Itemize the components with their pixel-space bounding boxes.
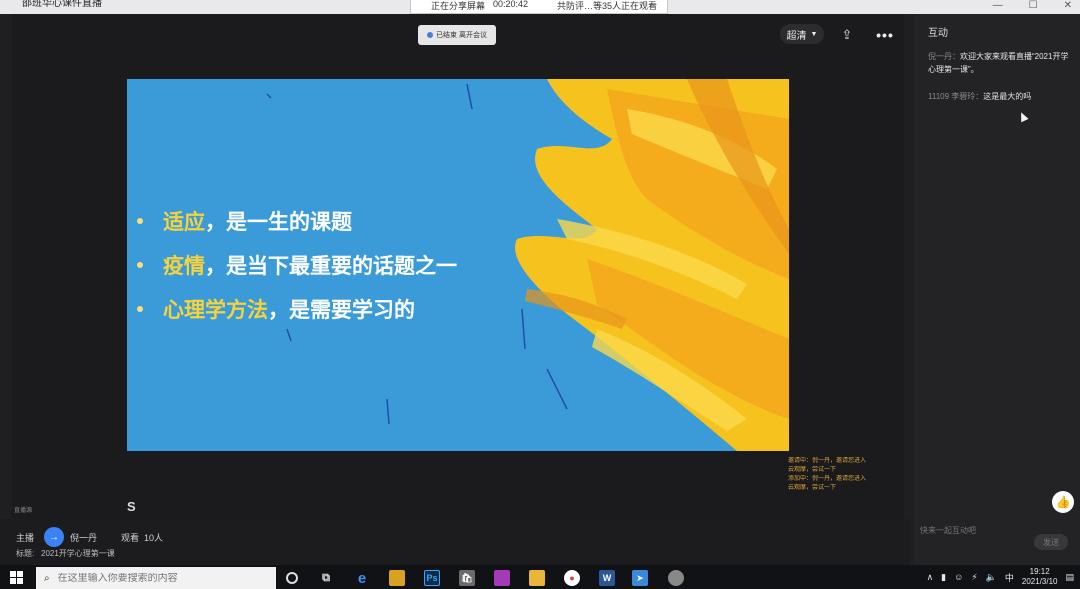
more-options-button[interactable]: ••• [874,24,896,46]
interaction-panel: 互动 倪一丹：欢迎大家来观看直播“2021开学心理第一课”。 11109 李碧玲… [914,14,1080,565]
slide-bullet-1: 适应 ，是一生的课题 [137,199,457,243]
windows-logo-icon [17,578,23,584]
windows-logo-icon [17,571,23,577]
ime-indicator[interactable]: 中 [1005,571,1014,584]
share-timer: 00:20:42 [493,0,529,9]
danmu-line: 云观摩，尝试一下 [788,467,837,473]
bullet-highlight: 适应 [163,211,205,234]
clock-date: 2021/3/10 [1021,577,1058,586]
caret-down-icon: ▼ [810,30,818,38]
share-button[interactable]: ⇪ [836,24,858,46]
host-name: 倪一丹 [70,533,98,543]
taskbar-search-input[interactable] [57,572,258,584]
live-topic: 2021开学心理第一课 [41,549,115,558]
app2-icon[interactable] [668,570,684,586]
search-icon: ⌕ [44,572,50,584]
file-explorer-icon[interactable] [529,570,545,586]
windows-start-button[interactable] [10,571,23,584]
presentation-slide: 适应 ，是一生的课题 疫情 ，是当下最重要的话题之一 心理学方法 ，是需要学习的 [127,79,789,451]
network-icon[interactable]: ⚡ [971,572,977,583]
slide-bullet-2: 疫情 ，是当下最重要的话题之一 [137,243,457,287]
share-status-text: 正在分享屏幕 [431,1,486,11]
maximize-icon[interactable]: ☐ [1029,0,1038,11]
host-label: 主播 [16,533,35,543]
app-window: 邵班华心课件直播 正在分享屏幕 00:20:42 共防评…等35人正在观看 — … [0,0,1080,589]
danmu-line: 添加中：倪一丹，邀请您进入 [788,476,867,482]
live-app-icon[interactable]: ➤ [632,570,648,586]
chat-user: 11109 李碧玲： [928,92,984,101]
thumbs-up-icon: 👍 [1055,495,1071,509]
task-view-icon[interactable]: ⧉ [318,570,334,586]
send-button[interactable]: 发送 [1034,534,1068,550]
share-viewers-note: 共防评…等35人正在观看 [557,1,658,11]
title-bar: 邵班华心课件直播 正在分享屏幕 00:20:42 共防评…等35人正在观看 — … [0,0,1080,14]
slide-bullet-3: 心理学方法 ，是需要学习的 [137,287,457,331]
windows-taskbar: ⌕ ⧉ e Ps 🛍 ● W ➤ ∧ ▮ ☺ ⚡ 🔈 中 19:12 2021/… [0,565,1080,589]
bullet-text: ，是一生的课题 [205,211,352,234]
bullet-dot-icon [137,306,143,312]
bullet-highlight: 疫情 [163,255,205,278]
system-tray: ∧ ▮ ☺ ⚡ 🔈 中 19:12 2021/3/10 ▤ [927,567,1074,587]
bullet-highlight: 心理学方法 [163,299,268,322]
quality-label: 超清 [786,30,807,42]
bullet-text: ，是当下最重要的话题之一 [205,255,457,278]
cortana-icon[interactable] [286,572,298,584]
danmu-line: 邀请中：倪一丹，邀请您进入 [788,458,867,464]
chat-text: 这是最大的吗 [983,92,1032,101]
windows-logo-icon [10,578,16,584]
bullet-dot-icon [137,262,143,268]
chat-message: 11109 李碧玲：这是最大的吗 [928,90,1076,103]
more-icon: ••• [876,27,894,43]
windows-logo-icon [10,571,16,577]
bullet-text: ，是需要学习的 [268,299,415,322]
like-button[interactable]: 👍 [1052,491,1074,513]
volume-icon[interactable]: 🔈 [986,572,997,583]
leave-meeting-button[interactable]: 已结束 离开会议 [418,25,496,45]
leave-meeting-label: 已结束 离开会议 [436,32,487,39]
usb-icon[interactable]: ▮ [941,572,946,583]
share-icon: ⇪ [841,27,853,42]
taskbar-clock[interactable]: 19:12 2021/3/10 [1022,567,1058,587]
chrome-icon[interactable]: ● [564,570,580,586]
word-icon[interactable]: W [599,570,615,586]
bullet-dot-icon [137,218,143,224]
viewers-count: 10人 [144,533,164,543]
notification-icon[interactable]: ▤ [1065,572,1074,583]
app-icon[interactable] [389,570,405,586]
platform-logo-icon: S [127,499,136,514]
host-avatar[interactable]: → [44,527,64,547]
user-icon[interactable]: ☺ [954,572,963,582]
screen-share-status-bar: 正在分享屏幕 00:20:42 共防评…等35人正在观看 [410,0,668,14]
chat-user: 倪一丹： [928,52,960,61]
status-dot-icon [427,32,434,38]
window-controls: — ☐ ✕ [993,0,1072,11]
close-icon[interactable]: ✕ [1064,0,1072,11]
arrow-right-icon: → [49,531,59,543]
topic-label: 标题: [16,549,35,558]
danmu-line: 云观摩，尝试一下 [788,485,837,491]
photoshop-icon[interactable]: Ps [424,570,440,586]
chat-input[interactable] [920,521,1036,539]
minimize-icon[interactable]: — [993,0,1003,11]
edge-icon[interactable]: e [354,570,370,587]
clock-time: 19:12 [1029,567,1050,576]
slide-bullet-list: 适应 ，是一生的课题 疫情 ，是当下最重要的话题之一 心理学方法 ，是需要学习的 [137,199,457,331]
chevron-up-icon[interactable]: ∧ [927,572,934,583]
viewers-label: 观看 [121,533,140,543]
danmu-overlay: 邀请中：倪一丹，邀请您进入 云观摩，尝试一下 添加中：倪一丹，邀请您进入 云观摩… [788,457,898,515]
store-icon[interactable]: 🛍 [459,570,475,586]
quality-selector[interactable]: 超清 ▼ [780,24,824,44]
taskbar-search-box[interactable]: ⌕ [36,567,276,589]
chat-message: 倪一丹：欢迎大家来观看直播“2021开学心理第一课”。 [928,50,1076,76]
media-icon[interactable] [494,570,510,586]
interaction-title: 互动 [928,28,948,39]
window-title: 邵班华心课件直播 [22,0,102,9]
stream-source-label: 直播源 [14,508,33,514]
send-label: 发送 [1043,537,1059,547]
